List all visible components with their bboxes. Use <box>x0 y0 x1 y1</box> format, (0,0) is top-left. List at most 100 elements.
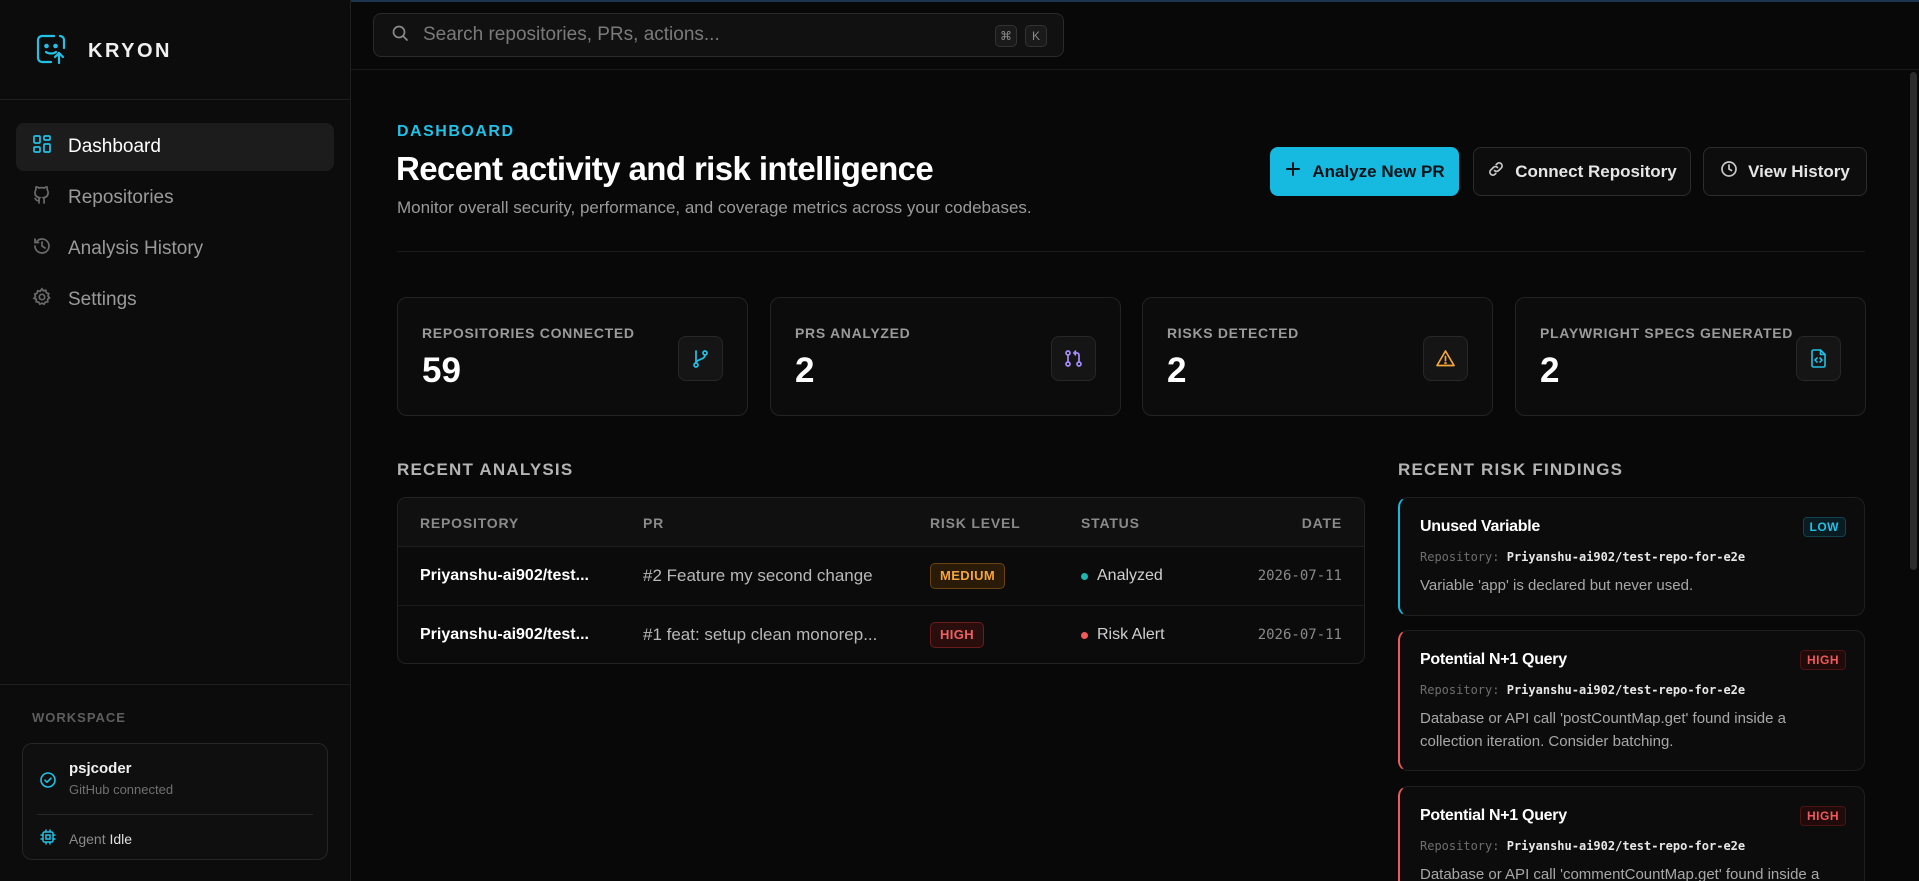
workspace-label: WORKSPACE <box>32 710 126 725</box>
row-date: 2026-07-11 <box>1257 568 1342 584</box>
finding-description: Database or API call 'postCountMap.get' … <box>1420 710 1786 750</box>
finding-repository: Repository: Priyanshu-ai902/test-repo-fo… <box>1420 839 1745 853</box>
status-text: Analyzed <box>1097 567 1163 584</box>
risk-finding-card[interactable]: Potential N+1 Query HIGH Repository: Pri… <box>1398 630 1865 771</box>
repository-label: Repository: <box>1420 550 1500 564</box>
sidebar-item-repositories[interactable]: Repositories <box>16 174 334 222</box>
column-header-status: STATUS <box>1081 515 1140 531</box>
risk-finding-card[interactable]: Unused Variable LOW Repository: Priyansh… <box>1398 497 1865 616</box>
recent-analysis-table: REPOSITORY PR RISK LEVEL STATUS DATE Pri… <box>397 497 1365 664</box>
stat-value: 2 <box>1167 351 1187 390</box>
column-header-date: DATE <box>1301 515 1342 531</box>
repository-label: Repository: <box>1420 839 1500 853</box>
sidebar: KRYON Dashboard Repositories Analysis Hi… <box>0 0 351 881</box>
risk-badge-medium: MEDIUM <box>930 563 1006 589</box>
sidebar-item-analysis-history[interactable]: Analysis History <box>16 225 334 273</box>
stat-value: 2 <box>1540 351 1560 390</box>
row-pr: #1 feat: setup clean monorep... <box>643 625 878 644</box>
table-row[interactable]: Priyanshu-ai902/test... #1 feat: setup c… <box>398 606 1364 663</box>
finding-title: Potential N+1 Query <box>1420 807 1567 824</box>
severity-badge-low: LOW <box>1802 517 1846 537</box>
sidebar-nav: Dashboard Repositories Analysis History … <box>16 123 334 327</box>
cpu-icon <box>39 828 57 849</box>
plus-icon <box>1284 160 1302 183</box>
page-eyebrow: DASHBOARD <box>397 123 515 140</box>
stat-card-prs-analyzed: PRS ANALYZED 2 <box>770 297 1121 416</box>
stat-card-risks-detected: RISKS DETECTED 2 <box>1142 297 1493 416</box>
recent-analysis-title: RECENT ANALYSIS <box>397 460 574 479</box>
repository-name: Priyanshu-ai902/test-repo-for-e2e <box>1506 839 1746 853</box>
warning-icon <box>1423 336 1468 381</box>
sidebar-divider <box>0 684 350 685</box>
check-circle-icon <box>39 760 57 797</box>
agent-label: Agent <box>69 830 106 847</box>
row-risk: MEDIUM <box>930 563 1006 589</box>
table-row[interactable]: Priyanshu-ai902/test... #2 Feature my se… <box>398 547 1364 606</box>
risk-finding-card[interactable]: Potential N+1 Query HIGH Repository: Pri… <box>1398 786 1865 881</box>
branch-icon <box>678 336 723 381</box>
workspace-divider <box>37 814 313 815</box>
workspace-username: psjcoder <box>69 760 132 777</box>
repository-name: Priyanshu-ai902/test-repo-for-e2e <box>1506 550 1746 564</box>
agent-state: Idle <box>109 830 133 847</box>
finding-description: Variable 'app' is declared but never use… <box>1420 577 1694 594</box>
recent-risk-findings-title: RECENT RISK FINDINGS <box>1398 460 1624 479</box>
row-risk: HIGH <box>930 622 985 648</box>
kryon-logo-icon <box>34 32 68 71</box>
stat-value: 59 <box>422 351 461 390</box>
workspace-user[interactable]: psjcoder GitHub connected <box>39 760 173 797</box>
status-dot <box>1081 631 1088 639</box>
risk-badge-high: HIGH <box>930 622 985 648</box>
repository-name: Priyanshu-ai902/test-repo-for-e2e <box>1506 683 1746 697</box>
column-header-risk-level: RISK LEVEL <box>930 515 1021 531</box>
command-key: ⌘ <box>995 25 1017 47</box>
severity-badge-high: HIGH <box>1800 650 1846 670</box>
app-name: KRYON <box>88 39 172 62</box>
button-label: Analyze New PR <box>1312 161 1445 181</box>
workspace-card: psjcoder GitHub connected Agent Idle <box>22 743 328 860</box>
search-shortcut: ⌘ K <box>995 25 1047 47</box>
main-scrollbar[interactable] <box>1910 72 1917 570</box>
history-icon <box>32 236 52 262</box>
topbar-divider <box>351 69 1919 70</box>
repository-icon <box>32 185 52 211</box>
k-key: K <box>1025 25 1047 47</box>
search-bar[interactable]: Search repositories, PRs, actions... ⌘ K <box>373 13 1064 57</box>
finding-title: Potential N+1 Query <box>1420 651 1567 668</box>
header-divider <box>397 251 1865 252</box>
row-date: 2026-07-11 <box>1257 627 1342 643</box>
stat-card-repositories: REPOSITORIES CONNECTED 59 <box>397 297 748 416</box>
row-repository: Priyanshu-ai902/test... <box>420 567 589 584</box>
button-label: Connect Repository <box>1515 161 1677 181</box>
sidebar-item-label: Dashboard <box>68 136 161 157</box>
stat-card-playwright-specs: PLAYWRIGHT SPECS GENERATED 2 <box>1515 297 1866 416</box>
agent-status: Agent Idle <box>39 828 132 849</box>
severity-badge-high: HIGH <box>1800 806 1846 826</box>
row-status: Analyzed <box>1081 567 1163 585</box>
finding-description: Database or API call 'commentCountMap.ge… <box>1420 866 1820 881</box>
row-status: Risk Alert <box>1081 626 1165 644</box>
clock-icon <box>1720 160 1738 183</box>
sidebar-item-label: Settings <box>68 289 137 310</box>
sidebar-item-label: Repositories <box>68 187 174 208</box>
sidebar-item-settings[interactable]: Settings <box>16 276 334 324</box>
finding-repository: Repository: Priyanshu-ai902/test-repo-fo… <box>1420 683 1745 697</box>
view-history-button[interactable]: View History <box>1703 147 1867 196</box>
sidebar-item-dashboard[interactable]: Dashboard <box>16 123 334 171</box>
row-pr: #2 Feature my second change <box>643 566 873 585</box>
analyze-new-pr-button[interactable]: Analyze New PR <box>1270 147 1459 196</box>
sidebar-divider <box>0 99 350 100</box>
stat-label: PRS ANALYZED <box>795 325 911 341</box>
page-subtitle: Monitor overall security, performance, a… <box>397 198 1032 217</box>
stat-label: PLAYWRIGHT SPECS GENERATED <box>1540 325 1794 341</box>
brand[interactable]: KRYON <box>34 33 172 69</box>
pull-request-icon <box>1051 336 1096 381</box>
sidebar-item-label: Analysis History <box>68 238 204 259</box>
stat-label: REPOSITORIES CONNECTED <box>422 325 635 341</box>
column-header-repository: REPOSITORY <box>420 515 520 531</box>
code-file-icon <box>1796 336 1841 381</box>
search-input[interactable]: Search repositories, PRs, actions... <box>423 24 720 46</box>
table-header: REPOSITORY PR RISK LEVEL STATUS DATE <box>398 498 1364 547</box>
connect-repository-button[interactable]: Connect Repository <box>1473 147 1691 196</box>
dashboard-icon <box>32 134 52 160</box>
